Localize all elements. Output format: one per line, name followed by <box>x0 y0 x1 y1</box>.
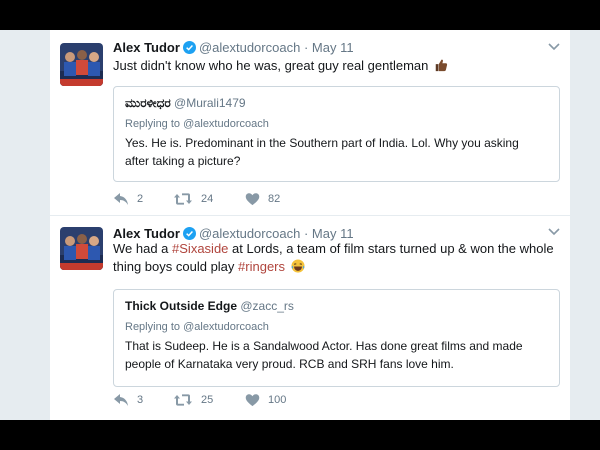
retweet-count: 24 <box>201 193 214 205</box>
reply-icon <box>114 193 128 205</box>
avatar[interactable] <box>60 43 103 86</box>
reply-button[interactable]: 2 <box>113 191 143 207</box>
heart-icon <box>245 394 260 407</box>
author-handle[interactable]: @alextudorcoach <box>199 226 300 241</box>
tweet[interactable]: Alex Tudor @alextudorcoach · May 11 Just … <box>50 30 570 216</box>
author-name[interactable]: Alex Tudor <box>113 40 180 55</box>
retweet-button[interactable]: 25 <box>173 392 213 408</box>
reply-count: 2 <box>137 193 144 205</box>
tweet-text: We had a #Sixaside at Lords, a team of f… <box>113 240 563 276</box>
hashtag-link[interactable]: #ringers <box>238 259 285 274</box>
tweet-date[interactable]: May 11 <box>312 226 354 241</box>
timeline-frame: Alex Tudor @alextudorcoach · May 11 Just … <box>0 30 600 420</box>
tweet-text-content: Just didn't know who he was, great guy r… <box>113 58 429 73</box>
avatar[interactable] <box>60 227 103 270</box>
quoted-tweet-header: Thick Outside Edge @zacc_rs <box>125 299 294 314</box>
quoted-author-handle: @Murali1479 <box>174 96 246 110</box>
separator: · <box>303 40 309 55</box>
quoted-tweet-text: That is Sudeep. He is a Sandalwood Actor… <box>125 339 523 371</box>
laughing-emoji-icon <box>291 259 305 273</box>
tweet-date[interactable]: May 11 <box>312 40 354 55</box>
quoted-tweet[interactable]: ಮುರಳೀಧರ @Murali1479 Replying to @alextud… <box>113 86 560 182</box>
author-handle[interactable]: @alextudorcoach <box>199 40 300 55</box>
tweet-text-part: We had a <box>113 241 173 256</box>
hashtag-link[interactable]: #Sixaside <box>172 241 228 256</box>
reply-count: 3 <box>137 394 144 406</box>
heart-icon <box>245 193 260 206</box>
thumbs-up-icon <box>435 59 448 72</box>
replying-to: Replying to @alextudorcoach <box>125 321 269 333</box>
retweet-count: 25 <box>201 394 214 406</box>
like-button[interactable]: 100 <box>245 392 286 408</box>
like-count: 82 <box>268 193 281 205</box>
tweet-header: Alex Tudor @alextudorcoach · May 11 <box>113 40 354 56</box>
author-name[interactable]: Alex Tudor <box>113 226 180 241</box>
tweet-text: Just didn't know who he was, great guy r… <box>113 57 563 75</box>
tweet[interactable]: Alex Tudor @alextudorcoach · May 11 We ha… <box>50 217 570 420</box>
quoted-author-handle: @zacc_rs <box>240 299 294 313</box>
verified-badge-icon <box>182 227 196 240</box>
replying-to: Replying to @alextudorcoach <box>125 118 269 130</box>
quoted-author-name: ಮುರಳೀಧರ <box>125 96 171 110</box>
quoted-tweet-text: Yes. He is. Predominant in the Southern … <box>125 136 519 168</box>
like-count: 100 <box>268 394 287 406</box>
chevron-down-icon[interactable] <box>548 43 560 51</box>
retweet-button[interactable]: 24 <box>173 191 213 207</box>
reply-icon <box>114 394 128 406</box>
separator: · <box>303 226 309 241</box>
timeline-card: Alex Tudor @alextudorcoach · May 11 Just … <box>50 30 570 420</box>
like-button[interactable]: 82 <box>245 191 280 207</box>
retweet-icon <box>174 394 192 406</box>
quoted-author-name: Thick Outside Edge <box>125 299 238 313</box>
reply-button[interactable]: 3 <box>113 392 143 408</box>
retweet-icon <box>174 193 192 205</box>
chevron-down-icon[interactable] <box>548 228 560 236</box>
quoted-tweet[interactable]: Thick Outside Edge @zacc_rs Replying to … <box>113 289 560 387</box>
quoted-tweet-header: ಮುರಳೀಧರ @Murali1479 <box>125 96 246 111</box>
verified-badge-icon <box>182 41 196 54</box>
